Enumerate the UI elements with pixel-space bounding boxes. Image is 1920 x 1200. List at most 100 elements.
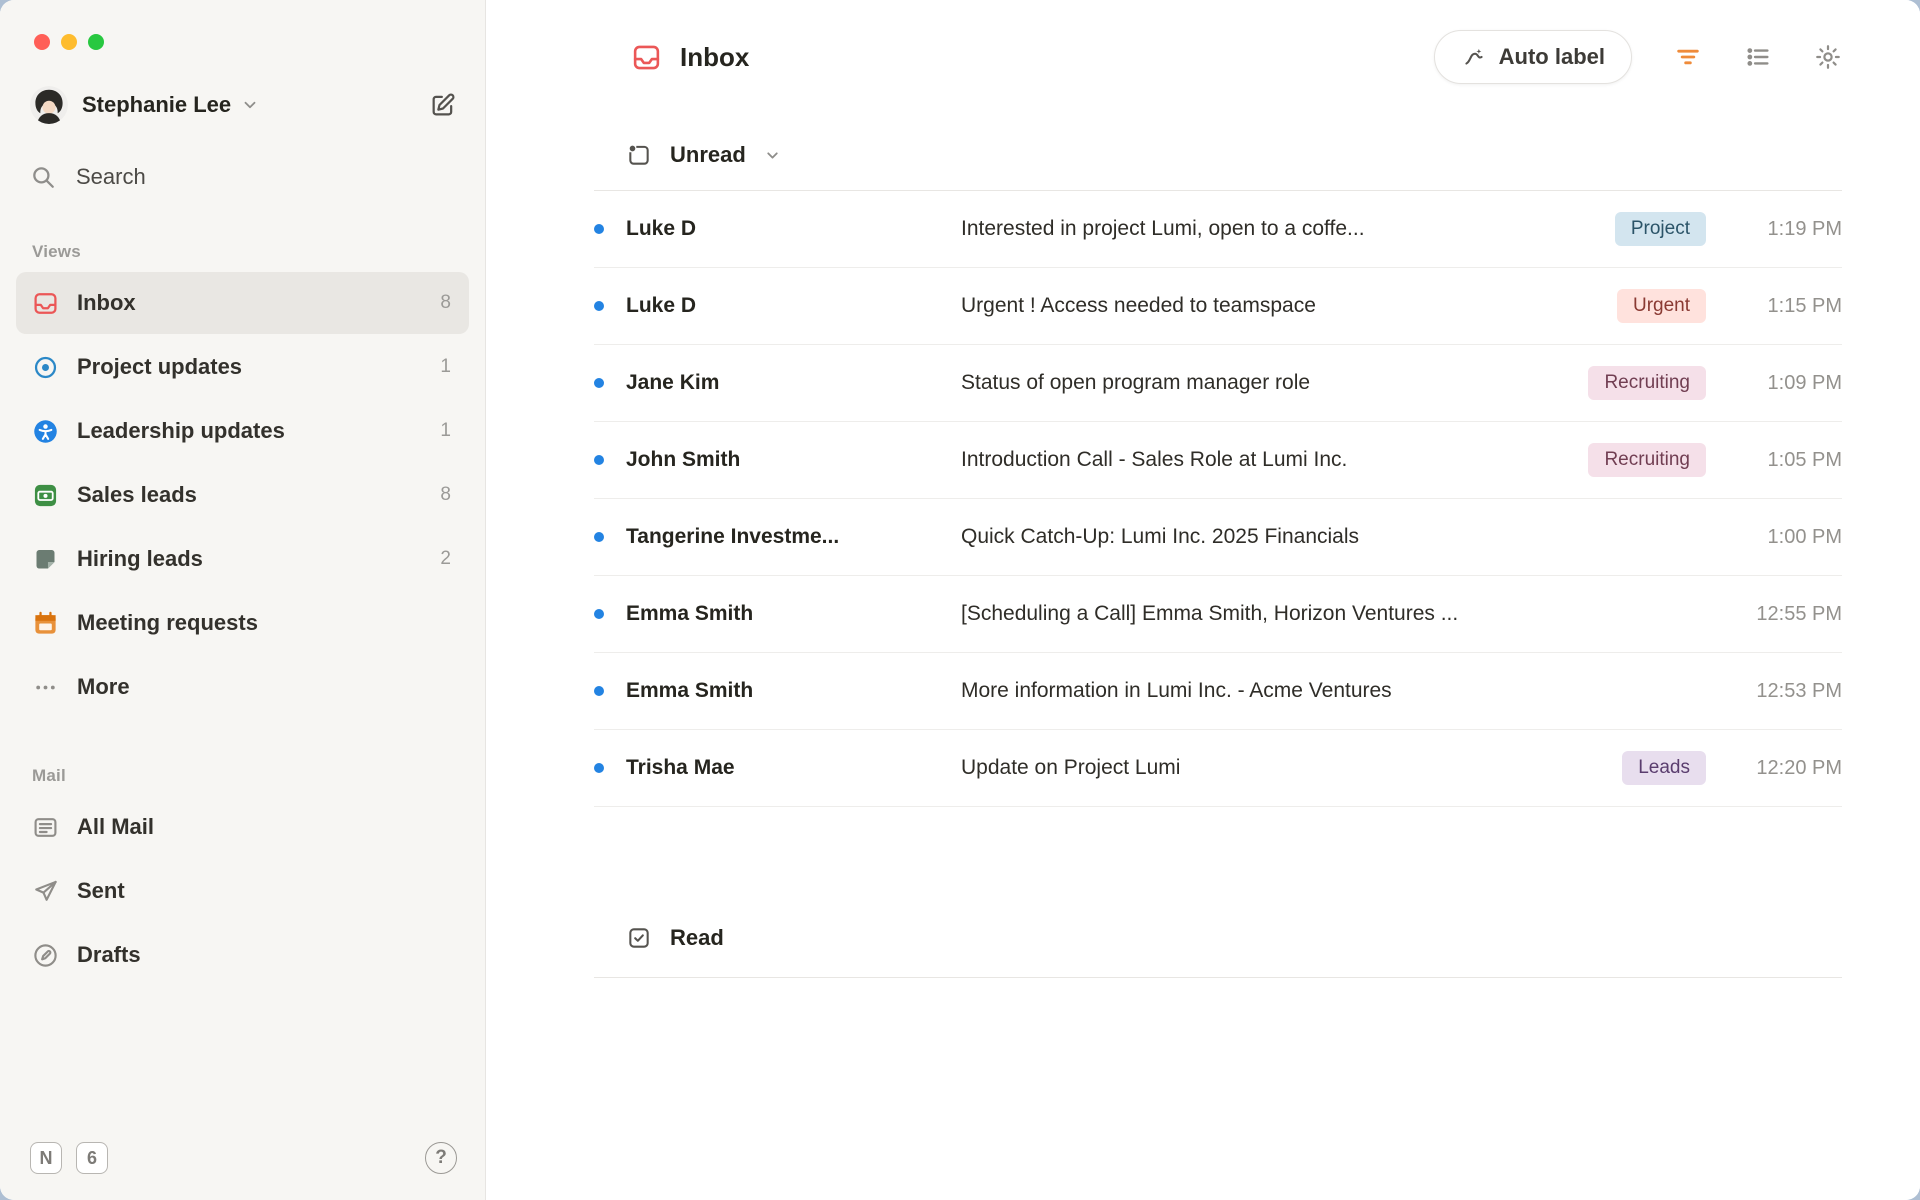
email-row[interactable]: Emma SmithMore information in Lumi Inc. …: [594, 653, 1842, 730]
email-row[interactable]: John SmithIntroduction Call - Sales Role…: [594, 422, 1842, 499]
sidebar-item-label: Sent: [77, 878, 451, 904]
sidebar-item-count: 8: [440, 484, 451, 506]
email-list: Luke DInterested in project Lumi, open t…: [594, 191, 1842, 807]
user-switcher[interactable]: Stephanie Lee: [30, 86, 465, 124]
mail-app-window: Stephanie Lee Search Views Inbox8Project…: [0, 0, 1920, 1200]
unread-dot: [594, 609, 604, 619]
sidebar-item-label: Inbox: [77, 290, 440, 316]
sidebar-footer: N 6 ?: [16, 1142, 469, 1200]
chevron-down-icon: [764, 147, 781, 164]
sidebar-item-hiring-leads[interactable]: Hiring leads2: [16, 528, 469, 590]
sidebar-item-label: More: [77, 674, 451, 700]
unread-dot: [594, 378, 604, 388]
email-time: 12:55 PM: [1732, 603, 1842, 626]
email-time: 1:19 PM: [1732, 218, 1842, 241]
sidebar-item-all-mail[interactable]: All Mail: [16, 796, 469, 858]
minimize-button[interactable]: [61, 34, 77, 50]
sidebar-item-sent[interactable]: Sent: [16, 860, 469, 922]
sales-leads-icon: [32, 482, 59, 509]
sidebar-item-more[interactable]: More: [16, 656, 469, 718]
help-icon[interactable]: ?: [425, 1142, 457, 1174]
email-sender: John Smith: [626, 448, 961, 472]
inbox-icon: [32, 290, 59, 317]
email-subject: Quick Catch-Up: Lumi Inc. 2025 Financial…: [961, 525, 1732, 549]
email-time: 1:15 PM: [1732, 295, 1842, 318]
sidebar-views-list: Inbox8Project updates1Leadership updates…: [16, 272, 469, 718]
sidebar-item-project-updates[interactable]: Project updates1: [16, 336, 469, 398]
unread-select-icon: [626, 142, 652, 168]
sidebar-item-count: 2: [440, 548, 451, 570]
sidebar-item-meeting-requests[interactable]: Meeting requests: [16, 592, 469, 654]
email-sender: Tangerine Investme...: [626, 525, 961, 549]
email-row[interactable]: Jane KimStatus of open program manager r…: [594, 345, 1842, 422]
avatar: [30, 86, 68, 124]
notion-workspace-icon[interactable]: N: [30, 1142, 62, 1174]
hiring-leads-icon: [32, 546, 59, 573]
email-tag-badge: Leads: [1622, 751, 1706, 785]
unread-dot: [594, 763, 604, 773]
email-sender: Emma Smith: [626, 679, 961, 703]
meeting-requests-icon: [32, 610, 59, 637]
calendar-day-icon[interactable]: 6: [76, 1142, 108, 1174]
email-sender: Luke D: [626, 217, 961, 241]
email-tag-badge: Urgent: [1617, 289, 1706, 323]
read-group-header[interactable]: Read: [626, 925, 1842, 951]
sidebar-item-leadership-updates[interactable]: Leadership updates1: [16, 400, 469, 462]
search-button[interactable]: Search: [30, 164, 465, 190]
views-section-label: Views: [32, 242, 469, 262]
sidebar-item-drafts[interactable]: Drafts: [16, 924, 469, 986]
email-row[interactable]: Luke DUrgent ! Access needed to teamspac…: [594, 268, 1842, 345]
search-label: Search: [76, 164, 146, 190]
email-subject: Interested in project Lumi, open to a co…: [961, 217, 1615, 241]
close-button[interactable]: [34, 34, 50, 50]
email-time: 1:09 PM: [1732, 372, 1842, 395]
email-subject: Urgent ! Access needed to teamspace: [961, 294, 1617, 318]
email-sender: Trisha Mae: [626, 756, 961, 780]
compose-button[interactable]: [429, 91, 457, 119]
sidebar-item-sales-leads[interactable]: Sales leads8: [16, 464, 469, 526]
settings-gear-icon[interactable]: [1814, 43, 1842, 71]
email-sender: Luke D: [626, 294, 961, 318]
email-tag-badge: Project: [1615, 212, 1706, 246]
inbox-icon: [631, 42, 662, 73]
filter-icon[interactable]: [1674, 43, 1702, 71]
main-header: Inbox Auto label: [486, 0, 1920, 84]
auto-label-button[interactable]: Auto label: [1434, 30, 1632, 84]
leadership-updates-icon: [32, 418, 59, 445]
email-time: 12:53 PM: [1732, 680, 1842, 703]
window-controls: [16, 0, 469, 50]
sidebar-mail-list: All Mail Sent Drafts: [16, 796, 469, 986]
sidebar-item-label: Sales leads: [77, 482, 440, 508]
unread-group-label: Unread: [670, 142, 746, 168]
email-time: 1:00 PM: [1732, 526, 1842, 549]
more-icon: [32, 674, 59, 701]
zoom-button[interactable]: [88, 34, 104, 50]
unread-dot: [594, 301, 604, 311]
email-subject: Update on Project Lumi: [961, 756, 1622, 780]
sidebar-item-count: 8: [440, 292, 451, 314]
email-row[interactable]: Tangerine Investme...Quick Catch-Up: Lum…: [594, 499, 1842, 576]
mail-section-label: Mail: [32, 766, 469, 786]
read-section: Read: [594, 925, 1842, 978]
sidebar-item-count: 1: [440, 356, 451, 378]
email-row[interactable]: Trisha MaeUpdate on Project LumiLeads12:…: [594, 730, 1842, 807]
page-title: Inbox: [680, 42, 749, 73]
email-time: 1:05 PM: [1732, 449, 1842, 472]
sidebar-item-label: Meeting requests: [77, 610, 451, 636]
drafts-icon: [32, 942, 59, 969]
all-mail-icon: [32, 814, 59, 841]
sidebar-item-inbox[interactable]: Inbox8: [16, 272, 469, 334]
read-group-label: Read: [670, 925, 724, 951]
list-view-icon[interactable]: [1744, 43, 1772, 71]
sidebar-item-label: Hiring leads: [77, 546, 440, 572]
email-row[interactable]: Emma Smith[Scheduling a Call] Emma Smith…: [594, 576, 1842, 653]
email-subject: More information in Lumi Inc. - Acme Ven…: [961, 679, 1732, 703]
email-list-area: Unread Luke DInterested in project Lumi,…: [486, 84, 1920, 978]
email-row[interactable]: Luke DInterested in project Lumi, open t…: [594, 191, 1842, 268]
unread-dot: [594, 532, 604, 542]
sidebar-item-label: Leadership updates: [77, 418, 440, 444]
email-sender: Emma Smith: [626, 602, 961, 626]
unread-group-header[interactable]: Unread: [626, 142, 1842, 168]
email-subject: Status of open program manager role: [961, 371, 1588, 395]
unread-dot: [594, 686, 604, 696]
